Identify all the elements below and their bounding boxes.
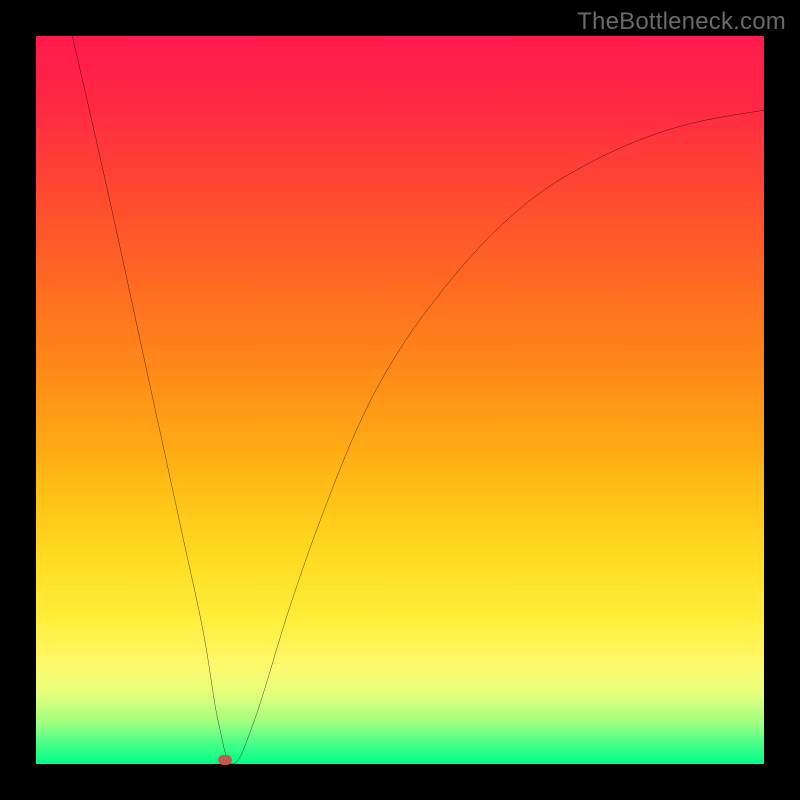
plot-area	[36, 36, 764, 764]
watermark-text: TheBottleneck.com	[577, 8, 786, 36]
chart-frame: TheBottleneck.com	[0, 0, 800, 800]
min-point-marker	[218, 755, 232, 765]
bottleneck-curve	[36, 36, 764, 764]
